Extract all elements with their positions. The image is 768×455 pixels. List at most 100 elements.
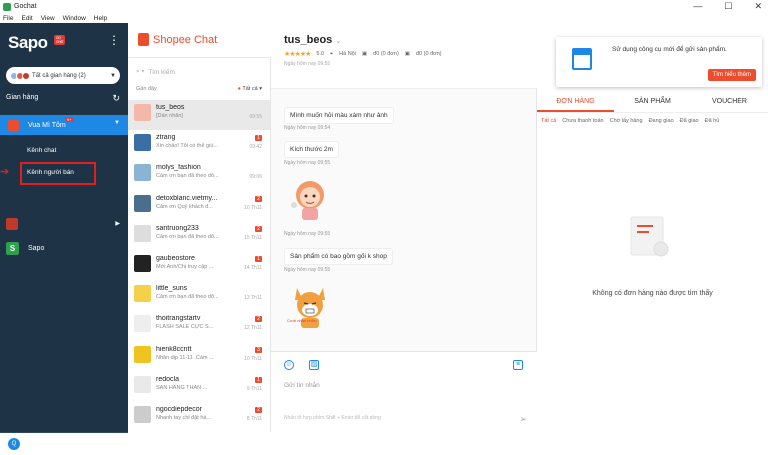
image-icon[interactable]: ▨ [309, 360, 319, 370]
unread-badge: 2 [255, 225, 262, 232]
orders-value: đ0 (0 đơn) [373, 51, 399, 57]
message-input[interactable]: Gửi tin nhắn [284, 382, 320, 389]
orders-icon: ▣ [404, 51, 410, 57]
unread-badge: 3 [255, 346, 262, 353]
message-time: Ngày hôm nay 09:55 [284, 267, 331, 273]
sidebar: Sapo GO CHAT ⋮ Tất cả gian hàng (2) ▼ Gi… [0, 23, 128, 450]
subtab-unpaid[interactable]: Chưa thanh toán [562, 118, 603, 124]
message-composer: ☺ ▨ ≡ Gửi tin nhắn Nhấn tổ hợp phím Shif… [271, 351, 537, 432]
conversation-list: ⌕ ▾ Tìm kiếm Gần đây ● Tất cả ▾ tus_beos… [128, 58, 271, 432]
avatar [134, 194, 151, 212]
orders-icon: ▣ [361, 51, 368, 57]
conversation-item[interactable]: hienk8ccntt Nhân dịp 11-11 .Cám ... 3 10 Th… [128, 342, 270, 372]
menu-window[interactable]: Window [63, 15, 86, 22]
minimize-button[interactable]: — [693, 1, 702, 12]
conversation-item[interactable]: ngocdiepdecor Nhanh tay chỉ đặt hà... 2 8 T… [128, 402, 270, 432]
learn-more-button[interactable]: Tìm hiểu thêm [707, 69, 756, 81]
conversation-item[interactable]: gaubeostore Mới Anh/Chị truy cập ... 1 14 T… [128, 251, 270, 281]
conversation-item[interactable]: detoxblanc.vietmy... Cảm ơn Quý khách đ..… [128, 191, 270, 221]
popup-text: Sử dụng công cụ mới để gửi sản phẩm. [612, 46, 727, 53]
conversation-name: thoitrangstartv [156, 315, 201, 323]
conversation-item[interactable]: molys_fashion Cảm ơn bạn đã theo dõ... 09:… [128, 160, 270, 190]
window-title: Gochat [14, 3, 37, 10]
location: Hà Nội [339, 51, 356, 57]
menu-file[interactable]: File [3, 15, 13, 22]
close-button[interactable]: ✕ [754, 1, 762, 12]
maximize-button[interactable]: ☐ [724, 1, 732, 12]
menu-view[interactable]: View [41, 15, 55, 22]
user-name: Quyên [30, 440, 51, 448]
avatar [134, 255, 151, 272]
chevron-down-icon: ▼ [114, 120, 120, 126]
more-menu-icon[interactable]: ⋮ [108, 34, 120, 46]
app-icon [3, 2, 11, 11]
shop-item-vua-mi-tom[interactable]: Vua Mì Tôm 9+ ▼ [0, 115, 128, 135]
sapo-icon: S [6, 242, 19, 255]
refresh-icon[interactable]: ↻ [112, 93, 120, 104]
conversation-preview: Nhân dịp 11-11 .Cám ... [156, 354, 214, 361]
subtab-delivered[interactable]: Đã giao [680, 118, 699, 124]
conversation-name: redocla [156, 375, 179, 383]
message-bubble: Mình muốn hỏi màu xám như ảnh [284, 107, 394, 124]
search-input[interactable]: ⌕ ▾ Tìm kiếm [136, 65, 262, 79]
conversation-name: molys_fashion [156, 164, 201, 172]
shopee-chat-logo: Shopee Chat [138, 33, 217, 46]
subtab-to-ship[interactable]: Chờ lấy hàng [610, 118, 643, 124]
recent-label: Gần đây [136, 86, 157, 92]
conversation-item[interactable]: santruong233 Cảm ơn bạn đã theo dõ... 2 15 … [128, 221, 270, 251]
sidebar-item-kenh-chat[interactable]: Kênh chat [27, 147, 56, 154]
subtab-cancelled[interactable]: Đã hủ [705, 118, 720, 124]
user-bar[interactable]: Q Quyên ⌄ [0, 432, 128, 455]
empty-orders-text: Không có đơn hàng nào được tìm thấy [592, 290, 713, 297]
orders-value-2: đ0 (0 đơn) [416, 51, 442, 57]
conversation-preview: [Dán nhãn] [156, 113, 183, 119]
filter-dropdown[interactable]: ● Tất cả ▾ [238, 86, 262, 92]
emoji-icon[interactable]: ☺ [284, 360, 294, 370]
conversation-item[interactable]: tus_beos [Dán nhãn] 09:55 [128, 100, 270, 130]
shop2-icon[interactable] [6, 218, 18, 230]
conversation-preview: Cảm ơn bạn đã theo dõ... [156, 233, 219, 240]
menu-bar: File Edit View Window Help [0, 13, 768, 23]
avatar [134, 375, 151, 393]
shop-selector-label: Tất cả gian hàng (2) [32, 72, 86, 79]
conversation-time: 8 Th11 [246, 416, 262, 422]
menu-help[interactable]: Help [94, 15, 107, 22]
arrow-right-icon: ➔ [0, 166, 10, 178]
send-icon[interactable]: ➢ [519, 414, 527, 425]
unread-badge: 2 [255, 195, 262, 202]
subtab-shipping[interactable]: Đang giao [649, 118, 674, 124]
conversation-name: santruong233 [156, 224, 199, 232]
chat-contact-name[interactable]: tus_beos ⌄ [284, 34, 341, 46]
conversation-item[interactable]: ztrang Xin chào! Tôi có thể giú... 1 09:42 [128, 130, 270, 160]
tab-voucher[interactable]: VOUCHER [691, 93, 768, 112]
avatar [134, 345, 151, 363]
logo-badge: GO CHAT [54, 35, 66, 45]
sidebar-item-kenh-nguoi-ban[interactable]: Kênh người bán [27, 169, 74, 176]
conversation-name: little_suns [156, 285, 188, 293]
shopee-bag-icon [138, 33, 149, 46]
conversation-name: ngocdiepdecor [156, 406, 202, 413]
shop-selector[interactable]: Tất cả gian hàng (2) ▼ [6, 67, 120, 84]
chevron-right-icon[interactable]: ▶ [115, 220, 120, 227]
menu-edit[interactable]: Edit [21, 15, 32, 22]
rating-stars: ★★★★★ [284, 51, 311, 58]
template-icon[interactable]: ≡ [513, 360, 523, 370]
avatar [134, 406, 151, 423]
conversation-item[interactable]: redocla SĂN HÀNG THẦN ... 1 9 Th11 [128, 372, 270, 402]
conversation-item[interactable]: little_suns Cảm ơn bạn đã theo dõ... 13 Th… [128, 281, 270, 311]
conversation-name: hienk8ccntt [156, 345, 192, 353]
search-icon: ⌕ ▾ [136, 68, 145, 75]
message-bubble: Kích thước 2m [284, 141, 339, 158]
shop-avatars [10, 71, 30, 80]
tabs: ĐƠN HÀNG SẢN PHẨM VOUCHER [537, 93, 768, 113]
avatar [134, 104, 151, 121]
location-icon: ⌖ [330, 50, 334, 57]
conversation-item[interactable]: thoitrangstartv FLASH SALE CỰC S... 2 12 Th… [128, 311, 270, 341]
sidebar-item-sapo[interactable]: S Sapo [6, 242, 44, 255]
conversation-time: 15 Th11 [244, 234, 262, 241]
subtab-all[interactable]: Tất cả [541, 118, 556, 124]
conversation-preview: FLASH SALE CỰC S... [156, 324, 214, 331]
tab-san-pham[interactable]: SẢN PHẨM [614, 93, 691, 112]
tab-don-hang[interactable]: ĐƠN HÀNG [537, 93, 614, 112]
avatar: Q [8, 438, 20, 450]
